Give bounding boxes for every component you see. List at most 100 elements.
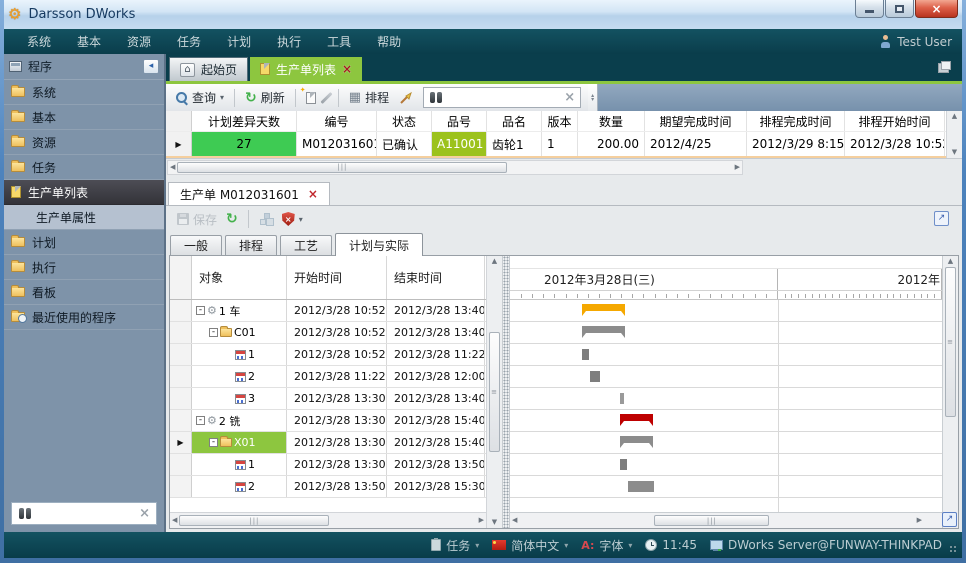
maximize-button[interactable]: [885, 0, 914, 18]
hierarchy-icon[interactable]: [259, 213, 273, 225]
sidebar-item-4[interactable]: 生产单列表: [4, 180, 164, 205]
tree-column-header-0[interactable]: 对象: [192, 256, 287, 299]
toolbar-search-input[interactable]: [448, 90, 559, 106]
plan-object-cell[interactable]: 3: [192, 388, 287, 409]
plan-object-cell[interactable]: 2: [192, 476, 287, 497]
scrollbar-thumb[interactable]: |||: [177, 162, 507, 173]
status-font-menu[interactable]: A: 字体 ▾: [581, 537, 632, 554]
toolbar-search-clear-icon[interactable]: ×: [564, 91, 575, 104]
plan-row-4[interactable]: 3 2012/3/28 13:30 2012/3/28 13:40: [170, 388, 486, 410]
plan-row-2[interactable]: 1 2012/3/28 10:52 2012/3/28 11:22: [170, 344, 486, 366]
grid-column-header-8[interactable]: 排程完成时间: [747, 111, 845, 131]
sidebar-item-1[interactable]: 基本: [4, 105, 164, 130]
gantt-vertical-scrollbar[interactable]: ▲ ≡ ▼: [942, 256, 958, 528]
gantt-bar-task[interactable]: [628, 481, 654, 492]
plan-row-1[interactable]: -C01 2012/3/28 10:52 2012/3/28 13:40: [170, 322, 486, 344]
scroll-right-icon[interactable]: ▶: [917, 517, 922, 524]
query-button[interactable]: 查询 ▾: [173, 87, 226, 108]
grid-cell-2[interactable]: 已确认: [377, 132, 432, 156]
grid-cell-8[interactable]: 2012/3/29 8:15: [747, 132, 845, 156]
scroll-left-icon[interactable]: ◀: [170, 164, 175, 171]
gantt-bar-task[interactable]: [590, 371, 600, 382]
sidebar-item-0[interactable]: 系统: [4, 80, 164, 105]
plan-object-cell[interactable]: 2: [192, 366, 287, 387]
menu-item-2[interactable]: 资源: [114, 29, 164, 54]
sidebar-item-3[interactable]: 任务: [4, 155, 164, 180]
close-tab-icon[interactable]: ×: [342, 63, 352, 75]
doc-inner-tab-1[interactable]: 排程: [225, 235, 277, 255]
grid-cell-3[interactable]: A11001: [432, 132, 487, 156]
menu-item-4[interactable]: 计划: [214, 29, 264, 54]
gantt-bar-task[interactable]: [620, 393, 624, 404]
order-document-tab[interactable]: 生产单 M012031601 ×: [168, 182, 330, 205]
sidebar-item-8[interactable]: 看板: [4, 280, 164, 305]
open-gantt-external-icon[interactable]: ↗: [942, 512, 957, 527]
scroll-down-icon[interactable]: ▼: [952, 149, 957, 156]
scroll-up-icon[interactable]: ▲: [952, 113, 957, 120]
sidebar-item-7[interactable]: 执行: [4, 255, 164, 280]
grid-data-row[interactable]: ▶27M012031601已确认A11001齿轮11200.002012/4/2…: [166, 131, 946, 158]
save-button[interactable]: 保存: [175, 209, 219, 230]
plan-object-cell[interactable]: -⚙2 铣: [192, 410, 287, 431]
gantt-bar-task[interactable]: [582, 349, 590, 360]
status-language-menu[interactable]: 简体中文 ▾: [492, 537, 568, 554]
scroll-down-icon[interactable]: ▼: [492, 519, 497, 526]
new-button[interactable]: [304, 90, 318, 106]
user-indicator[interactable]: Test User: [880, 35, 952, 49]
grid-column-header-9[interactable]: 排程开始时间: [845, 111, 945, 131]
grid-column-header-1[interactable]: 编号: [297, 111, 377, 131]
grid-column-header-3[interactable]: 品号: [432, 111, 487, 131]
tab-1[interactable]: 生产单列表×: [250, 57, 362, 81]
doc-inner-tab-2[interactable]: 工艺: [280, 235, 332, 255]
gantt-bar-summary[interactable]: [620, 414, 653, 421]
tree-column-header-2[interactable]: 结束时间: [387, 256, 485, 299]
tree-horizontal-scrollbar[interactable]: ◀ ||| ▶: [170, 512, 486, 528]
gantt-horizontal-scrollbar[interactable]: ◀ ||| ▶: [510, 512, 942, 528]
plan-object-cell[interactable]: -X01: [192, 432, 287, 453]
sidebar-item-6[interactable]: 计划: [4, 230, 164, 255]
plan-object-cell[interactable]: -C01: [192, 322, 287, 343]
collapse-toggle-icon[interactable]: -: [209, 438, 218, 447]
collapse-toggle-icon[interactable]: -: [209, 328, 218, 337]
plan-row-3[interactable]: 2 2012/3/28 11:22 2012/3/28 12:00: [170, 366, 486, 388]
scroll-right-icon[interactable]: ▶: [479, 517, 484, 524]
gantt-bar-summary[interactable]: [582, 326, 625, 333]
sidebar-item-2[interactable]: 资源: [4, 130, 164, 155]
refresh-icon[interactable]: ↻: [226, 212, 238, 226]
scroll-up-icon[interactable]: ▲: [948, 258, 953, 265]
doc-inner-tab-0[interactable]: 一般: [170, 235, 222, 255]
grid-cell-1[interactable]: M012031601: [297, 132, 377, 156]
plan-row-7[interactable]: 1 2012/3/28 13:30 2012/3/28 13:50: [170, 454, 486, 476]
minimize-button[interactable]: [855, 0, 884, 18]
clean-button[interactable]: [396, 89, 414, 107]
open-external-icon[interactable]: ↗: [934, 211, 949, 226]
grid-column-header-7[interactable]: 期望完成时间: [645, 111, 747, 131]
scroll-left-icon[interactable]: ◀: [172, 517, 177, 524]
refresh-button[interactable]: ↻ 刷新: [243, 87, 287, 108]
scrollbar-thumb[interactable]: ≡: [489, 332, 500, 452]
close-document-icon[interactable]: ×: [308, 187, 318, 201]
menu-item-1[interactable]: 基本: [64, 29, 114, 54]
grid-column-header-0[interactable]: 计划差异天数: [192, 111, 297, 131]
plan-row-5[interactable]: -⚙2 铣 2012/3/28 13:30 2012/3/28 15:40: [170, 410, 486, 432]
gantt-bar-summary[interactable]: [620, 436, 653, 443]
collapse-toggle-icon[interactable]: -: [196, 306, 205, 315]
gantt-bar-task[interactable]: [620, 459, 627, 470]
scroll-right-icon[interactable]: ▶: [735, 164, 740, 171]
scroll-up-icon[interactable]: ▲: [492, 258, 497, 265]
scrollbar-thumb[interactable]: |||: [654, 515, 769, 526]
scroll-left-icon[interactable]: ◀: [512, 517, 517, 524]
splitter-handle[interactable]: [503, 256, 510, 528]
toolbar-grip[interactable]: ▴▾: [588, 84, 598, 111]
sidebar-item-9[interactable]: 最近使用的程序: [4, 305, 164, 330]
tree-column-header-1[interactable]: 开始时间: [287, 256, 387, 299]
edit-button[interactable]: [323, 89, 330, 107]
grid-cell-6[interactable]: 200.00: [578, 132, 645, 156]
sidebar-search-input[interactable]: [38, 506, 133, 522]
resize-grip[interactable]: [949, 545, 958, 554]
plan-row-0[interactable]: -⚙1 车 2012/3/28 10:52 2012/3/28 13:40: [170, 300, 486, 322]
grid-column-header-2[interactable]: 状态: [377, 111, 432, 131]
plan-object-cell[interactable]: 1: [192, 454, 287, 475]
menu-item-6[interactable]: 工具: [314, 29, 364, 54]
grid-cell-7[interactable]: 2012/4/25: [645, 132, 747, 156]
